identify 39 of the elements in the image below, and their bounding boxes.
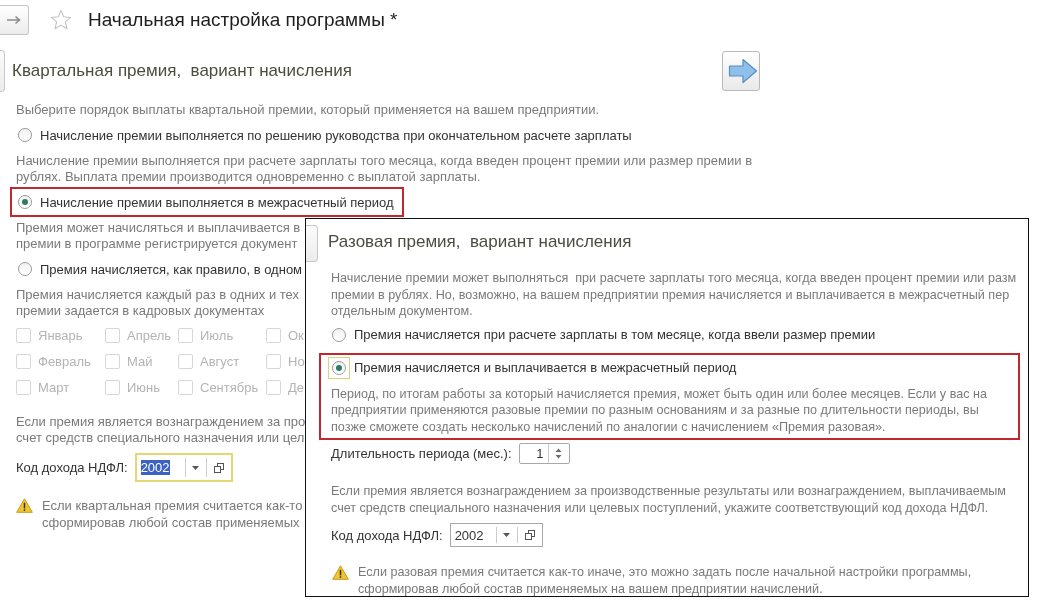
option-label[interactable]: Премия начисляется и выплачивается в межрасчетный период (354, 360, 737, 375)
option-label[interactable]: Премия начисляется, как правило, в одном (40, 261, 303, 277)
section-title: Квартальная премия, вариант начисления (12, 61, 353, 81)
side-button[interactable] (306, 225, 318, 262)
section-title: Разовая премия, вариант начисления (328, 231, 633, 253)
description-text: Если премия является вознаграждением за про счет средств специального назначения или цел (16, 414, 306, 446)
right-arrow-icon (6, 15, 22, 25)
option-label[interactable]: Начисление премии выполняется по решению руководства при окончательном расчете зарплаты (40, 127, 632, 143)
caret-icon (192, 465, 200, 470)
overlap-squares-icon (213, 462, 224, 473)
next-button[interactable] (722, 51, 760, 91)
stepper-icon[interactable] (555, 447, 563, 460)
code-field[interactable]: 2002 (449, 523, 543, 547)
description-text: Если премия является вознаграждением за производственные результаты или вознаграждением, выплачиваемым счет средств специального назначения или целевых поступлений, укажите соответствующий код дохода НДФЛ. (331, 483, 1007, 516)
warning-text: Если разовая премия считается как-то иначе, это можно задать после начальной настройки программы, сформировав любой состав применяемых на вашем предприятии начислений. (358, 564, 973, 597)
option-label[interactable]: Начисление премии выполняется в межрасчетный период (40, 194, 394, 210)
field-label: Код дохода НДФЛ: (331, 527, 443, 543)
field-label: Код дохода НДФЛ: (16, 460, 128, 475)
description-text: Начисление премии может выполняться при расчете зарплаты того месяца, когда введен процент премии или разм премии в рублях. Но, возможно, на вашем предприятии премия начисляется и выплачивается в межрасчетный пер отдельным документом. (331, 270, 1017, 320)
description-text: Период, по итогам работы за который начисляется премия, может быть один или более месяцев. Если у вас на предприятии применяются разовые премии по разным основаниям и за разные по длительности периоды, вы позже сможете создать несколько начислений по аналогии с начислением «Премия разовая». (331, 385, 988, 435)
option-label[interactable]: Премия начисляется при расчете зарплаты в том месяце, когда ввели размер премии (354, 327, 876, 342)
number-field[interactable]: 1 (518, 443, 570, 464)
warning-icon (16, 498, 33, 513)
warning-text: Если квартальная премия считается как-то сформировав любой состав применяемых (42, 497, 303, 531)
description-text: Начисление премии выполняется при расчете зарплаты того месяца, когда введен процент премии или размер премии в рублях. Выплата премии производится одновременно с выплатой зарплаты. (16, 153, 753, 185)
description-text: Выберите порядок выплаты квартальной премии, который применяется на вашем предприятии. (16, 102, 600, 118)
star-icon[interactable] (50, 9, 72, 31)
field-label: Длительность периода (мес.): (331, 446, 512, 461)
code-field[interactable]: 2002 (134, 453, 233, 482)
side-button[interactable] (0, 50, 5, 92)
overlap-squares-icon (524, 530, 535, 540)
window-title: Начальная настройка программы * (88, 9, 398, 31)
right-arrow-icon (728, 58, 758, 84)
description-text: Премия может начисляться и выплачивается в премии в программе регистрируется документ (16, 220, 301, 252)
radio-button[interactable] (328, 356, 350, 379)
nav-button[interactable] (0, 5, 29, 35)
warning-icon (332, 565, 349, 580)
caret-icon (503, 533, 511, 537)
description-text: Премия начисляется каждый раз в одних и тех премии задается в кадровых документах (16, 287, 299, 319)
